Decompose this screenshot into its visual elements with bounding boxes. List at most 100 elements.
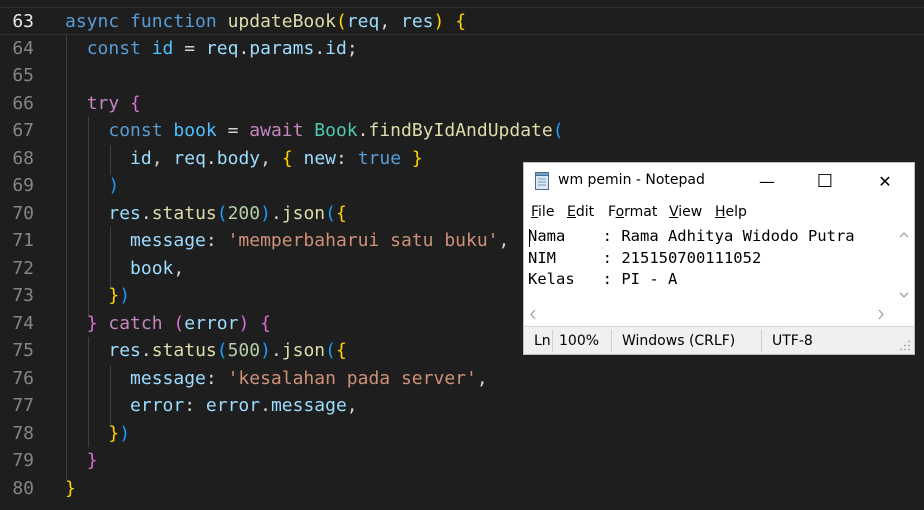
scroll-arrows-icon xyxy=(530,309,884,320)
code-token: ; xyxy=(346,37,358,59)
code-token: Book xyxy=(314,120,358,141)
code-token: ) xyxy=(433,11,445,32)
code-token: { xyxy=(455,11,467,32)
code-token: async xyxy=(65,11,131,32)
code-text: } xyxy=(65,475,76,503)
code-line[interactable]: 77 error: error.message, xyxy=(0,392,924,420)
code-token: message xyxy=(130,230,206,251)
code-text: ) xyxy=(65,172,119,200)
line-number: 80 xyxy=(12,477,34,499)
code-token: message xyxy=(270,395,347,416)
code-text: const book = await Book.findByIdAndUpdat… xyxy=(65,117,563,145)
code-token: ) xyxy=(119,422,131,444)
code-token: message xyxy=(130,367,206,389)
code-token: new xyxy=(303,147,337,169)
code-text: async function updateBook(req, res) { xyxy=(65,8,466,36)
code-line[interactable]: 67 const book = await Book.findByIdAndUp… xyxy=(0,117,924,145)
code-token: , xyxy=(498,230,510,251)
code-token: ( xyxy=(335,11,347,32)
code-token: 'memperbaharui satu buku' xyxy=(227,230,499,251)
code-token: function xyxy=(130,11,228,32)
code-text: }) xyxy=(65,420,130,448)
code-text: }) xyxy=(65,282,130,310)
code-token: , xyxy=(346,395,358,416)
code-token: . xyxy=(314,37,326,59)
code-token: ) xyxy=(238,312,250,334)
code-token: findByIdAndUpdate xyxy=(368,120,553,141)
status-zoom: 100% xyxy=(559,333,600,349)
code-line[interactable]: 76 message: 'kesalahan pada server', xyxy=(0,365,924,393)
code-line[interactable]: 79 } xyxy=(0,447,924,475)
menu-help[interactable]: Help xyxy=(715,204,747,220)
code-token: const xyxy=(108,120,174,141)
code-line[interactable]: 63 async function updateBook(req, res) { xyxy=(0,7,924,35)
code-token: status xyxy=(151,340,217,361)
menu-file[interactable]: File xyxy=(531,204,554,220)
code-token: res xyxy=(108,340,141,361)
close-button[interactable]: ✕ xyxy=(856,163,914,199)
code-token: : xyxy=(205,230,228,251)
code-token: ( xyxy=(216,202,228,224)
code-token: res xyxy=(401,11,434,32)
resize-grip-icon[interactable] xyxy=(900,340,911,351)
line-number: 76 xyxy=(12,367,34,389)
notepad-titlebar[interactable]: wm pemin - Notepad — ☐ ✕ xyxy=(524,163,914,199)
code-line[interactable]: 80} xyxy=(0,475,924,503)
horizontal-scrollbar[interactable] xyxy=(524,305,894,324)
code-token: } xyxy=(86,312,98,334)
menu-view[interactable]: View xyxy=(669,204,702,220)
code-token: : xyxy=(205,367,228,389)
maximize-button[interactable]: ☐ xyxy=(796,163,854,199)
code-token: ) xyxy=(260,340,271,361)
code-token: , xyxy=(151,147,174,169)
code-text: message: 'kesalahan pada server', xyxy=(65,365,488,393)
menu-format[interactable]: Format xyxy=(608,204,657,220)
code-token: , xyxy=(379,11,401,32)
code-token: body xyxy=(216,147,261,169)
text-caret xyxy=(529,229,530,247)
code-token: status xyxy=(151,202,217,224)
code-token: : xyxy=(184,395,206,416)
notepad-text-area[interactable]: Nama : Rama Adhitya Widodo Putra NIM : 2… xyxy=(528,226,892,302)
code-token: . xyxy=(357,120,369,141)
code-token: , xyxy=(173,257,185,279)
code-text: try { xyxy=(65,90,141,118)
code-line[interactable]: 66 try { xyxy=(0,90,924,118)
maximize-icon: ☐ xyxy=(816,170,834,192)
vertical-scrollbar[interactable] xyxy=(894,225,914,305)
status-divider xyxy=(761,330,762,352)
code-token: : xyxy=(336,147,358,169)
code-token: req xyxy=(205,37,239,59)
code-text: id, req.body, { new: true } xyxy=(65,145,423,173)
minimize-button[interactable]: — xyxy=(738,163,796,199)
code-text: message: 'memperbaharui satu buku', xyxy=(65,227,509,255)
code-token: . xyxy=(270,340,282,361)
code-token: . xyxy=(140,202,152,224)
code-line[interactable]: 78 }) xyxy=(0,420,924,448)
code-token: ) xyxy=(260,202,271,224)
code-line[interactable]: 65 xyxy=(0,62,924,90)
status-encoding: UTF-8 xyxy=(772,333,813,349)
code-line[interactable]: 64 const id = req.params.id; xyxy=(0,35,924,63)
code-token: . xyxy=(260,395,271,416)
code-text: res.status(500).json({ xyxy=(65,337,346,365)
line-number: 63 xyxy=(12,11,34,32)
notepad-window[interactable]: wm pemin - Notepad — ☐ ✕ File Edit Forma… xyxy=(524,163,914,354)
line-number: 71 xyxy=(12,230,34,251)
notepad-title: wm pemin - Notepad xyxy=(558,172,705,188)
code-token: catch xyxy=(108,312,174,334)
code-token: } xyxy=(108,285,120,306)
line-number: 69 xyxy=(12,175,34,196)
menu-edit[interactable]: Edit xyxy=(567,204,594,220)
notepad-status-bar: Ln 100% Windows (CRLF) UTF-8 xyxy=(524,326,914,354)
code-token: = xyxy=(216,120,250,141)
status-line-ending: Windows (CRLF) xyxy=(622,333,736,349)
code-token: id xyxy=(130,147,152,169)
code-token: json xyxy=(281,340,326,361)
